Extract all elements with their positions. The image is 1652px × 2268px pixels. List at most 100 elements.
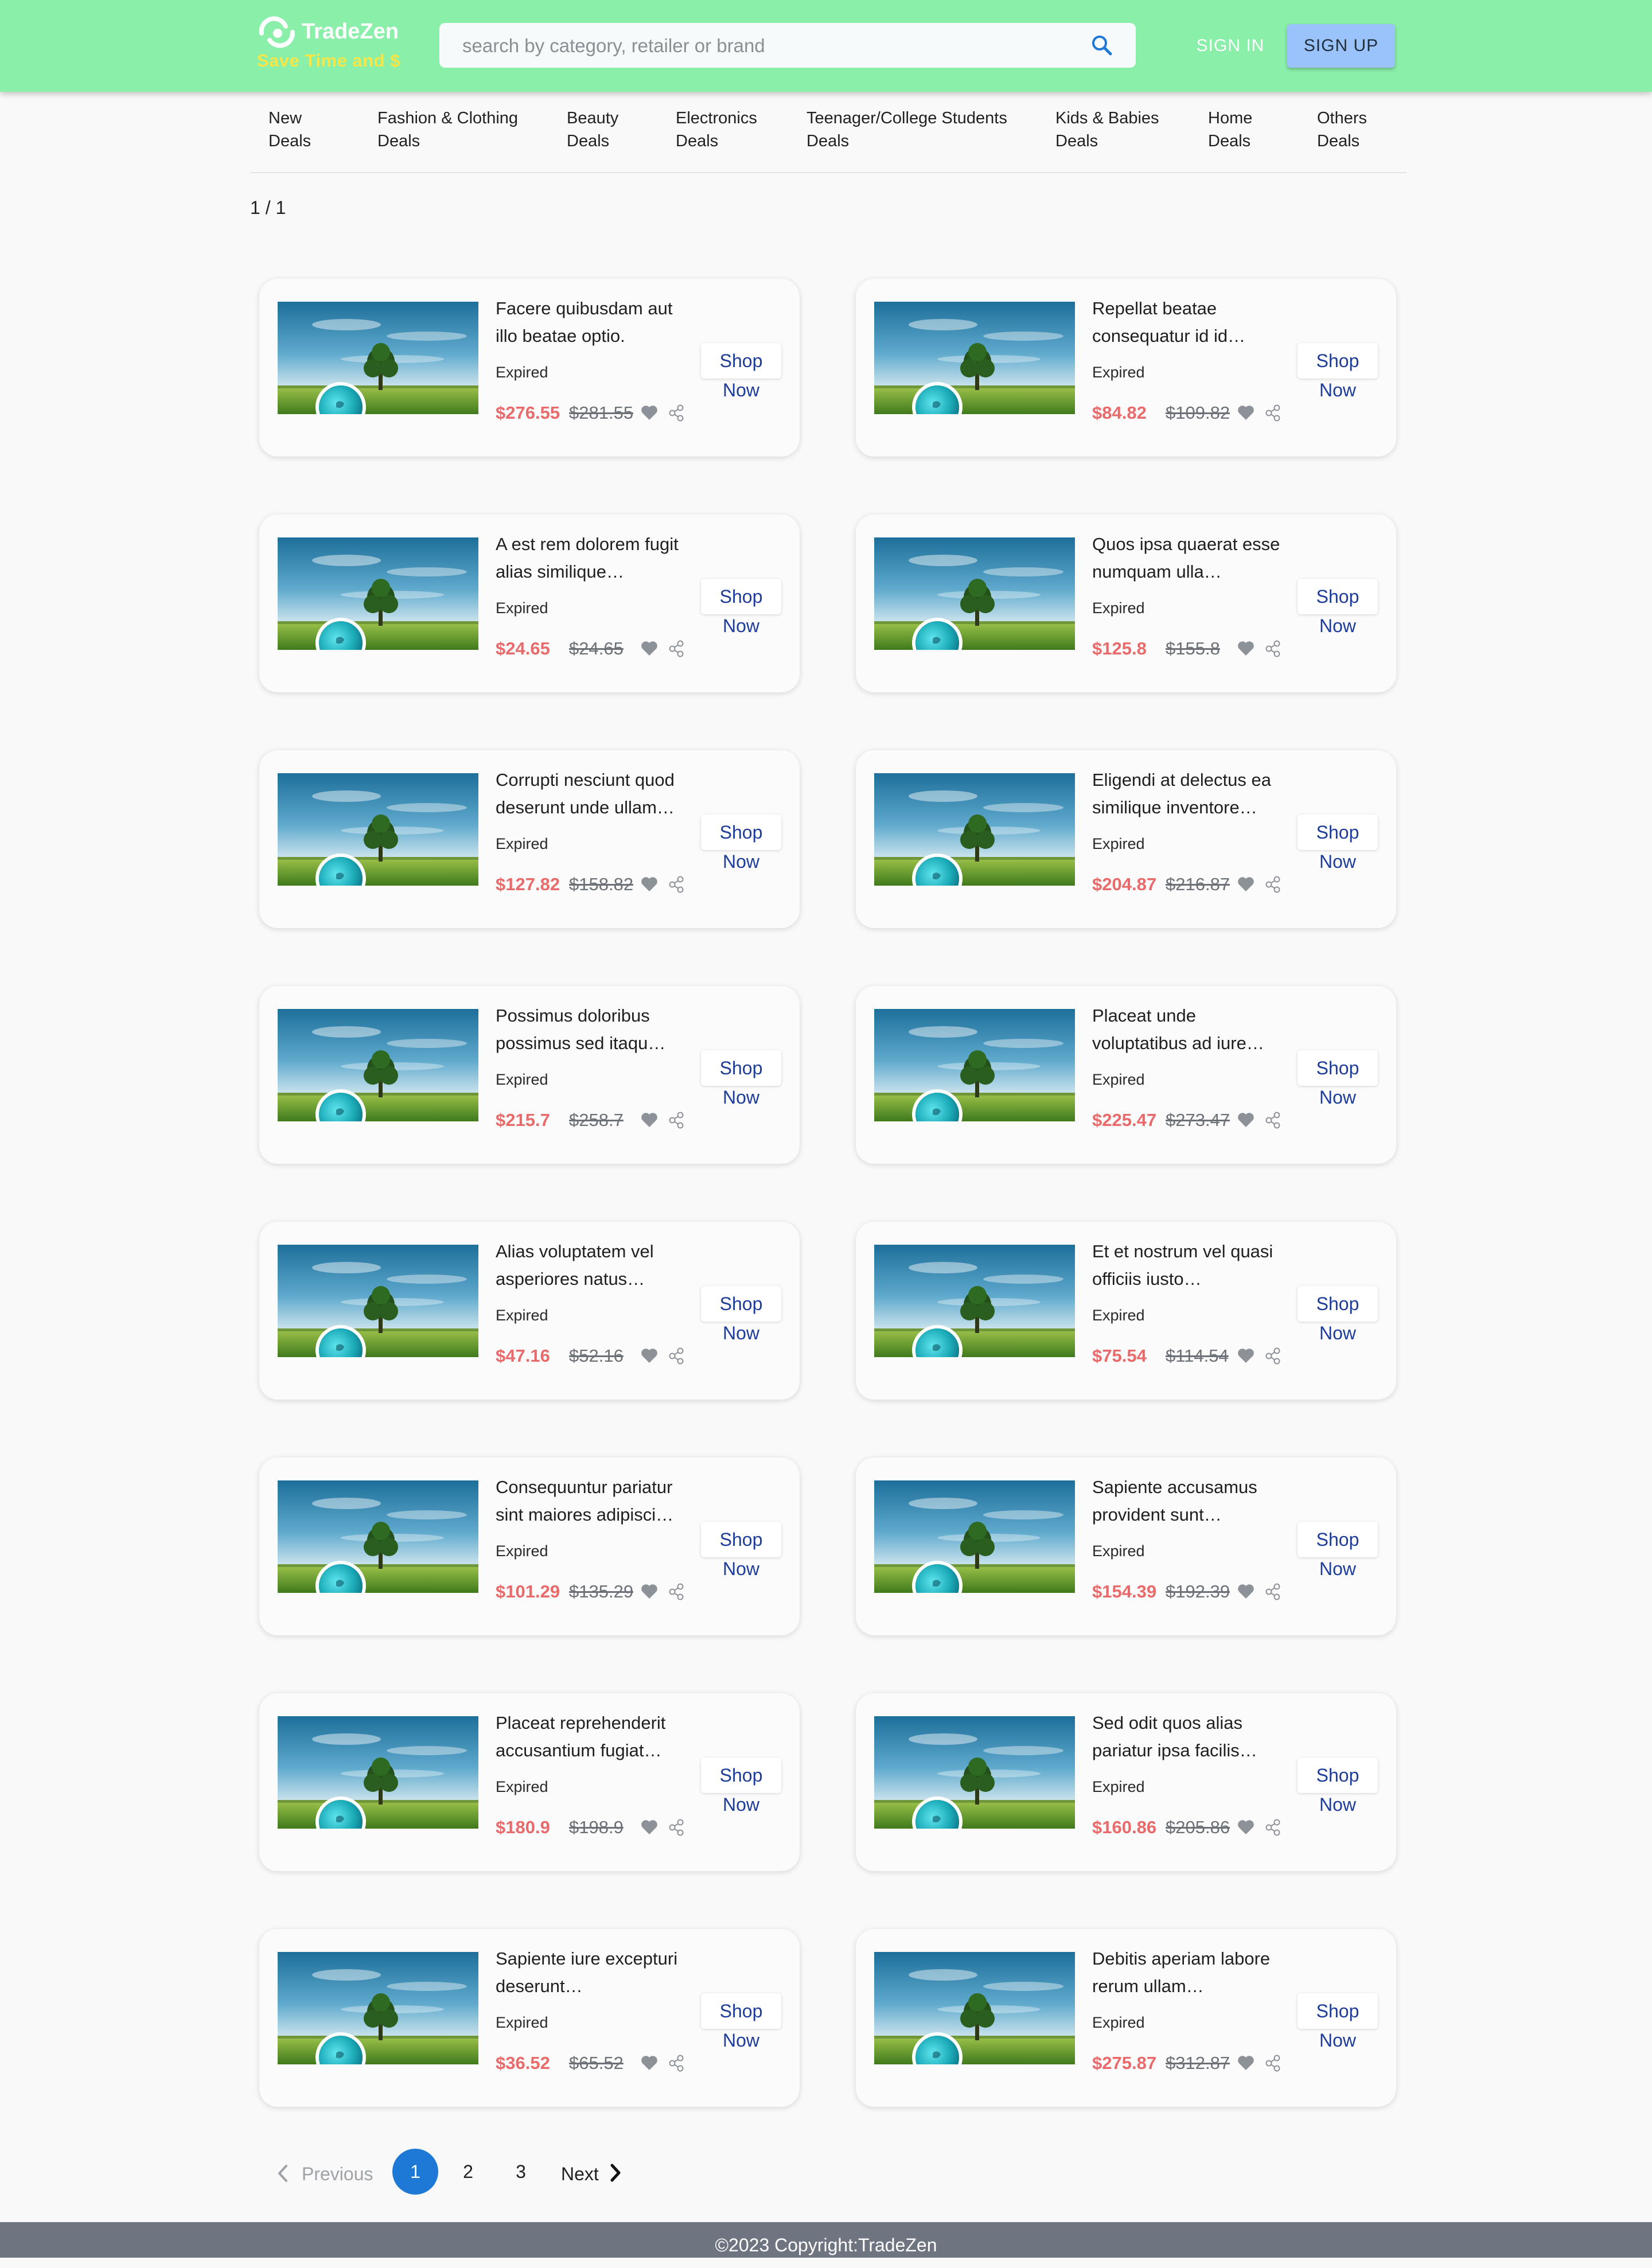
heart-icon[interactable] (640, 875, 659, 893)
heart-icon[interactable] (1237, 1347, 1255, 1364)
shop-now-button[interactable]: Shop (1298, 1757, 1378, 1793)
shop-now-link[interactable]: Now (701, 2030, 781, 2051)
deal-title[interactable]: Et et nostrum vel quasi officiis iusto… (1092, 1238, 1287, 1293)
deal-image[interactable] (278, 1245, 478, 1357)
deal-image[interactable] (874, 1245, 1075, 1357)
shop-now-button[interactable]: Shop (701, 579, 781, 614)
deal-title[interactable]: Sapiente accusamus provident sunt… (1092, 1474, 1287, 1529)
deal-image[interactable] (874, 537, 1075, 650)
shop-now-button[interactable]: Shop (701, 1522, 781, 1557)
heart-icon[interactable] (1237, 875, 1255, 893)
shop-now-link[interactable]: Now (701, 1087, 781, 1108)
heart-icon[interactable] (640, 640, 659, 657)
shop-now-link[interactable]: Now (1298, 1087, 1378, 1108)
share-icon[interactable] (668, 1583, 685, 1601)
deal-image[interactable] (874, 1716, 1075, 1829)
sign-in-button[interactable]: SIGN IN (1187, 23, 1273, 69)
shop-now-button[interactable]: Shop (701, 815, 781, 850)
shop-now-link[interactable]: Now (1298, 1323, 1378, 1344)
chevron-left-icon[interactable] (275, 2164, 290, 2183)
heart-icon[interactable] (1237, 2054, 1255, 2071)
nav-home-deals[interactable]: Home Deals (1208, 107, 1252, 153)
deal-image[interactable] (278, 1480, 478, 1593)
deal-image[interactable] (278, 302, 478, 414)
deal-title[interactable]: Repellat beatae consequatur id id… (1092, 295, 1287, 350)
share-icon[interactable] (668, 1818, 685, 1837)
search-icon[interactable] (1090, 33, 1114, 57)
nav-kids-deals[interactable]: Kids & Babies Deals (1055, 107, 1159, 153)
heart-icon[interactable] (640, 1347, 659, 1364)
heart-icon[interactable] (640, 1818, 659, 1836)
heart-icon[interactable] (640, 1583, 659, 1600)
share-icon[interactable] (668, 875, 685, 894)
nav-fashion-deals[interactable]: Fashion & Clothing Deals (377, 107, 518, 153)
shop-now-link[interactable]: Now (701, 380, 781, 401)
heart-icon[interactable] (1237, 1583, 1255, 1600)
share-icon[interactable] (1264, 1583, 1281, 1601)
heart-icon[interactable] (1237, 404, 1255, 421)
shop-now-link[interactable]: Now (1298, 2030, 1378, 2051)
deal-image[interactable] (874, 302, 1075, 414)
share-icon[interactable] (1264, 640, 1281, 658)
share-icon[interactable] (668, 1111, 685, 1129)
share-icon[interactable] (1264, 1818, 1281, 1837)
shop-now-link[interactable]: Now (1298, 380, 1378, 401)
deal-title[interactable]: Possimus doloribus possimus sed itaqu… (496, 1002, 691, 1057)
shop-now-button[interactable]: Shop (1298, 1050, 1378, 1086)
deal-title[interactable]: Quos ipsa quaerat esse numquam ulla… (1092, 531, 1287, 586)
chevron-right-icon[interactable] (608, 2162, 623, 2183)
shop-now-link[interactable]: Now (1298, 851, 1378, 872)
sign-up-button[interactable]: SIGN UP (1287, 24, 1395, 68)
share-icon[interactable] (668, 1347, 685, 1365)
shop-now-link[interactable]: Now (1298, 1558, 1378, 1580)
deal-title[interactable]: Sapiente iure excepturi deserunt… (496, 1945, 691, 2000)
shop-now-button[interactable]: Shop (1298, 1522, 1378, 1557)
heart-icon[interactable] (640, 1111, 659, 1128)
shop-now-link[interactable]: Now (701, 1558, 781, 1580)
shop-now-button[interactable]: Shop (701, 1993, 781, 2029)
search-input[interactable] (461, 23, 1072, 69)
deal-title[interactable]: Debitis aperiam labore rerum ullam… (1092, 1945, 1287, 2000)
deal-image[interactable] (874, 1480, 1075, 1593)
deal-image[interactable] (278, 773, 478, 886)
shop-now-button[interactable]: Shop (701, 1757, 781, 1793)
nav-students-deals[interactable]: Teenager/College Students Deals (806, 107, 1007, 153)
brand-logo[interactable]: TradeZen Save Time and $ (257, 16, 423, 76)
nav-new-deals[interactable]: New Deals (268, 107, 311, 153)
deal-title[interactable]: Eligendi at delectus ea similique invent… (1092, 766, 1287, 821)
deal-image[interactable] (874, 1009, 1075, 1121)
shop-now-link[interactable]: Now (701, 1323, 781, 1344)
shop-now-link[interactable]: Now (701, 615, 781, 637)
page-2-button[interactable]: 2 (445, 2149, 491, 2195)
deal-title[interactable]: Facere quibusdam aut illo beatae optio. (496, 295, 691, 350)
shop-now-button[interactable]: Shop (1298, 815, 1378, 850)
deal-image[interactable] (278, 1716, 478, 1829)
share-icon[interactable] (1264, 875, 1281, 894)
shop-now-button[interactable]: Shop (1298, 343, 1378, 379)
share-icon[interactable] (668, 640, 685, 658)
heart-icon[interactable] (1237, 640, 1255, 657)
heart-icon[interactable] (1237, 1111, 1255, 1128)
shop-now-link[interactable]: Now (1298, 1794, 1378, 1815)
shop-now-link[interactable]: Now (1298, 615, 1378, 637)
deal-title[interactable]: A est rem dolorem fugit alias similique… (496, 531, 691, 586)
share-icon[interactable] (668, 2054, 685, 2072)
deal-image[interactable] (278, 1009, 478, 1121)
share-icon[interactable] (1264, 1111, 1281, 1129)
shop-now-link[interactable]: Now (701, 1794, 781, 1815)
page-1-button[interactable]: 1 (392, 2149, 438, 2195)
deal-title[interactable]: Corrupti nesciunt quod deserunt unde ull… (496, 766, 691, 821)
shop-now-button[interactable]: Shop (1298, 1993, 1378, 2029)
shop-now-button[interactable]: Shop (1298, 579, 1378, 614)
nav-others-deals[interactable]: Others Deals (1317, 107, 1367, 153)
deal-title[interactable]: Alias voluptatem vel asperiores natus… (496, 1238, 691, 1293)
deal-title[interactable]: Consequuntur pariatur sint maiores adipi… (496, 1474, 691, 1529)
deal-image[interactable] (278, 1952, 478, 2064)
share-icon[interactable] (1264, 404, 1281, 422)
next-page-button[interactable]: Next (561, 2164, 599, 2185)
deal-image[interactable] (874, 1952, 1075, 2064)
shop-now-link[interactable]: Now (701, 851, 781, 872)
page-3-button[interactable]: 3 (498, 2149, 544, 2195)
nav-electronics-deals[interactable]: Electronics Deals (676, 107, 757, 153)
shop-now-button[interactable]: Shop (701, 1050, 781, 1086)
